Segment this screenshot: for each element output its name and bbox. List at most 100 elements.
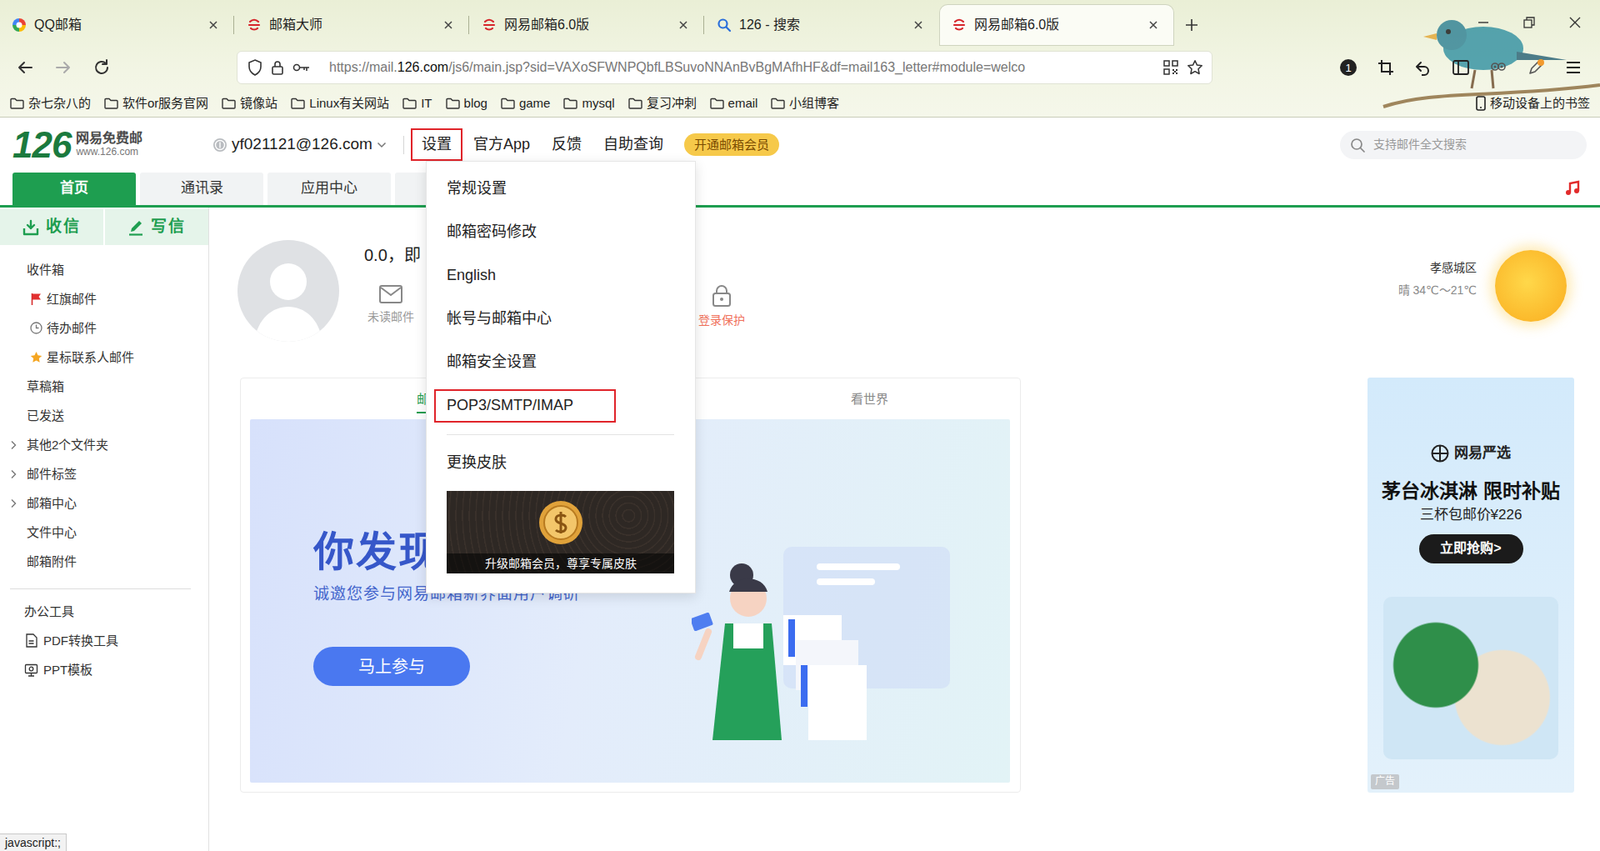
lock-icon[interactable] [270,60,285,75]
sidebar-item[interactable]: 其他2个文件夹 [0,430,209,460]
address-field[interactable]: https://mail.126.com/js6/main.jsp?sid=VA… [236,50,1213,85]
close-tab-icon[interactable] [910,16,927,34]
close-tab-icon[interactable] [440,16,457,34]
reload-icon[interactable] [85,50,119,85]
tool-item[interactable]: PDF转换工具 [0,625,209,655]
sidebar-item[interactable]: 星标联系人邮件 [0,342,209,372]
bookmark-folder[interactable]: 杂七杂八的 [10,95,91,112]
chevron-icon[interactable] [10,440,17,450]
owl-icon[interactable] [1481,50,1515,85]
menu-item[interactable]: 常规设置 [426,167,695,211]
key-icon[interactable] [292,61,311,74]
receive-button[interactable]: 收信 [0,209,104,245]
sidebar-item[interactable]: 草稿箱 [0,371,209,401]
folder-icon [10,97,25,110]
browser-tab[interactable]: 网易邮箱6.0版 [940,5,1174,45]
menu-label: 邮箱密码修改 [446,222,537,242]
browser-tab[interactable]: QQ邮箱 [0,5,234,45]
bookmark-folder[interactable]: game [500,95,551,112]
bookmark-folder[interactable]: mysql [563,95,615,112]
browser-tab[interactable]: 126 - 搜索 [705,5,939,45]
back-icon[interactable] [8,50,42,85]
sidebar-item[interactable]: 邮件标签 [0,459,209,489]
yanxuan-logo-icon [1430,444,1450,463]
bookmark-folder[interactable]: 小组博客 [770,95,840,112]
buy-button[interactable]: 立即抢购> [1419,534,1524,564]
menu-item[interactable]: POP3/SMTP/IMAP [426,384,695,428]
undo-icon[interactable] [1406,50,1440,85]
bookmark-star-icon[interactable] [1186,59,1204,76]
restore-icon[interactable] [1505,10,1552,35]
sidebar-item[interactable]: 已发送 [0,400,209,430]
sidebar-item[interactable]: 待办邮件 [0,313,209,343]
menu-item[interactable]: 帐号与邮箱中心 [426,297,695,341]
skin-promo[interactable]: 升级邮箱会员，尊享专属皮肤 [446,490,675,574]
music-icon[interactable] [1563,179,1582,198]
extension-badge-icon[interactable]: 1 [1331,50,1365,85]
phone-icon [1475,95,1486,111]
vip-button[interactable]: 开通邮箱会员 [684,133,780,157]
bookmark-folder[interactable]: 复习冲刺 [628,95,697,112]
menu-item[interactable]: 邮箱密码修改 [426,210,695,255]
nav-link[interactable]: 反馈 [540,128,593,161]
logo-domain: www.126.com [75,146,143,159]
browser-tab[interactable]: 邮箱大师 [235,5,469,45]
screenshot-icon[interactable] [1369,50,1403,85]
close-window-icon[interactable] [1551,10,1598,35]
bookmark-folder[interactable]: email [710,95,759,112]
bookmark-label: game [519,95,551,112]
bookmark-folder[interactable]: Linux有关网站 [290,95,390,112]
mail-tab[interactable]: 通讯录 [140,172,264,205]
sidebar-item[interactable]: 邮箱中心 [0,488,209,518]
shield-icon[interactable] [247,59,263,76]
ad-panel[interactable]: 网易严选茅台冰淇淋 限时补贴三杯包邮价¥226立即抢购>广告 [1367,377,1575,793]
mail-tab[interactable]: 应用中心 [267,172,391,205]
nav-link[interactable]: 官方App [462,128,541,161]
menu-icon[interactable] [1556,50,1590,85]
bookmark-folder[interactable]: 镜像站 [221,95,278,112]
browser-tab[interactable]: 网易邮箱6.0版 [470,5,704,45]
tool-item[interactable]: PPT模板 [0,655,209,685]
sidebar-icon[interactable] [1444,50,1478,85]
mail-tab[interactable]: 首页 [12,172,136,205]
sidebar-item[interactable]: 邮箱附件 [0,546,209,576]
stat-item[interactable]: 未读邮件 [364,284,418,328]
menu-item[interactable]: English [426,254,695,298]
stat-item[interactable]: 登录保护 [695,284,749,328]
sidebar-item[interactable]: 红旗邮件 [0,284,209,314]
search-input[interactable] [1371,135,1577,153]
nav-link[interactable]: 自助查询 [592,128,675,161]
avatar-icon[interactable] [237,240,340,342]
close-tab-icon[interactable] [1145,16,1162,34]
bookmark-folder[interactable]: blog [445,95,488,112]
search-box[interactable] [1340,130,1587,160]
close-tab-icon[interactable] [675,16,692,34]
mail-logo[interactable]: 126网易免费邮www.126.com [12,126,213,164]
sidebar-item[interactable]: 文件中心 [0,517,209,547]
menu-item[interactable]: 更换皮肤 [426,441,695,485]
close-tab-icon[interactable] [205,16,222,34]
forward-icon[interactable] [46,50,80,85]
panel-tab[interactable]: 看世界 [718,378,1020,420]
bookmark-label: email [728,95,759,112]
bookmark-folder[interactable]: IT [402,95,432,112]
main-content: 0.0，即未读邮件登录保护孝感城区晴 34℃～21℃邮看世界你发现诚邀您参与网易… [209,207,1600,851]
join-button[interactable]: 马上参与 [313,646,470,686]
chevron-icon[interactable] [10,498,17,509]
chevron-icon[interactable] [10,469,17,480]
sidebar-item[interactable]: 收件箱 [0,255,209,285]
folder-icon [563,97,578,110]
extension-badge: 1 [1340,59,1357,76]
mobile-bookmarks[interactable]: 移动设备上的书签 [1475,95,1590,112]
qr-code-icon[interactable] [1163,60,1179,75]
account-menu[interactable]: yf021121@126.com [212,134,387,155]
new-tab-icon[interactable] [1175,5,1209,45]
weather-widget[interactable]: 孝感城区晴 34℃～21℃ [1398,240,1567,378]
compose-button[interactable]: 写信 [105,209,209,245]
menu-item[interactable]: 邮箱安全设置 [426,340,695,385]
bookmark-folder[interactable]: 软件or服务官网 [104,95,209,112]
tab-title: 邮箱大师 [269,16,433,35]
nav-link[interactable]: 设置 [410,128,463,161]
pen-icon[interactable] [1519,50,1553,85]
minimize-icon[interactable] [1460,10,1506,35]
